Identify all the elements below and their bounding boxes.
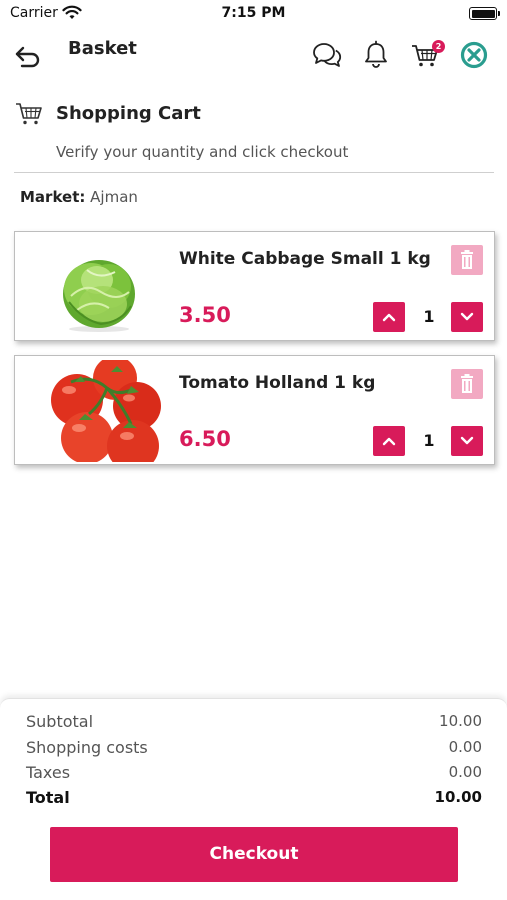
quantity-value: 1 [423, 307, 435, 326]
cart-badge: 2 [432, 40, 445, 53]
cabbage-image [63, 260, 135, 332]
cart-item: White Cabbage Small 1 kg 3.50 1 [14, 231, 495, 341]
logout-icon[interactable] [459, 40, 489, 70]
shipping-label: Shopping costs [26, 738, 148, 757]
chevron-down-icon [460, 312, 474, 321]
shipping-value: 0.00 [448, 738, 482, 756]
section-subtitle: Verify your quantity and click checkout [56, 143, 349, 161]
quantity-value: 1 [423, 431, 435, 450]
taxes-row: Taxes 0.00 [26, 763, 482, 785]
total-label: Total [26, 788, 70, 807]
chat-icon[interactable] [312, 40, 342, 70]
market-value: Ajman [90, 188, 138, 206]
taxes-value: 0.00 [448, 763, 482, 781]
total-value: 10.00 [434, 788, 482, 806]
subtotal-row: Subtotal 10.00 [26, 712, 482, 734]
item-name: White Cabbage Small 1 kg [179, 249, 431, 269]
shipping-row: Shopping costs 0.00 [26, 738, 482, 760]
chevron-up-icon [382, 313, 396, 322]
clock: 7:15 PM [221, 5, 286, 21]
item-price: 3.50 [179, 303, 231, 327]
bell-icon[interactable] [361, 40, 391, 70]
divider [14, 172, 494, 173]
subtotal-label: Subtotal [26, 712, 94, 731]
decrease-quantity-button[interactable] [451, 426, 483, 456]
trash-icon [461, 250, 473, 269]
page-title: Basket [68, 38, 137, 59]
subtotal-value: 10.00 [439, 712, 482, 730]
increase-quantity-button[interactable] [373, 302, 405, 332]
chevron-up-icon [382, 437, 396, 446]
chevron-down-icon [460, 436, 474, 445]
cart-item: Tomato Holland 1 kg 6.50 1 [14, 355, 495, 465]
decrease-quantity-button[interactable] [451, 302, 483, 332]
section-title: Shopping Cart [56, 103, 201, 124]
back-arrow-icon[interactable] [14, 42, 42, 70]
item-price: 6.50 [179, 427, 231, 451]
increase-quantity-button[interactable] [373, 426, 405, 456]
delete-item-button[interactable] [451, 369, 483, 399]
checkout-button[interactable]: Checkout [50, 827, 458, 882]
app-header: Basket 2 [0, 30, 507, 82]
tomato-image [51, 360, 161, 462]
market-label: Market: [20, 188, 86, 206]
shopping-cart-icon [16, 103, 42, 125]
battery-icon [469, 7, 500, 20]
market-info: Market: Ajman [20, 188, 138, 206]
taxes-label: Taxes [26, 763, 71, 782]
trash-icon [461, 374, 473, 393]
total-row: Total 10.00 [26, 788, 482, 810]
item-name: Tomato Holland 1 kg [179, 373, 376, 393]
status-bar: Carrier 7:15 PM [0, 0, 507, 28]
delete-item-button[interactable] [451, 245, 483, 275]
